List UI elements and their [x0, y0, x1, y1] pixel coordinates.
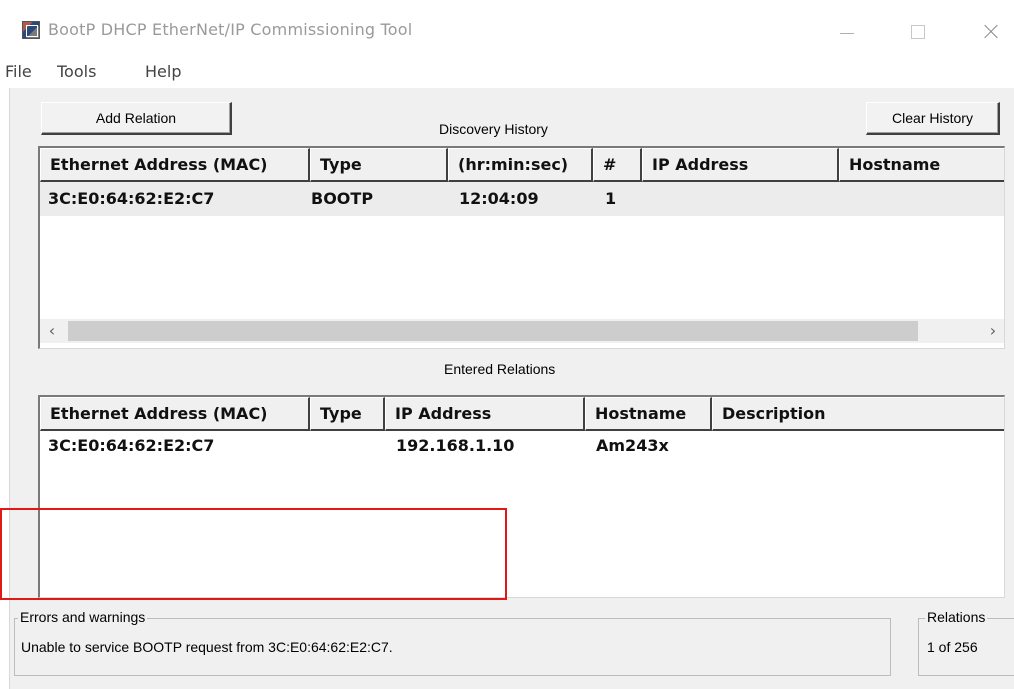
column-header-mac[interactable]: Ethernet Address (MAC)	[40, 148, 310, 182]
menu-bar: File Tools Help	[0, 60, 1014, 86]
maximize-icon[interactable]	[903, 18, 933, 44]
column-header-count[interactable]: #	[593, 148, 642, 182]
column-header-ip-address[interactable]: IP Address	[385, 397, 585, 431]
discovery-history-list[interactable]: Ethernet Address (MAC) Type (hr:min:sec)…	[38, 146, 1005, 349]
cell-hostname: Am243x	[596, 436, 669, 455]
menu-tools[interactable]: Tools	[57, 62, 96, 81]
menu-file[interactable]: File	[5, 62, 32, 81]
cell-description	[724, 429, 994, 463]
discovery-history-header: Ethernet Address (MAC) Type (hr:min:sec)…	[40, 148, 1004, 182]
column-header-type[interactable]: Type	[310, 397, 385, 431]
scroll-left-icon[interactable]: ‹	[40, 319, 64, 343]
cell-ip-address	[652, 182, 832, 216]
errors-and-warnings-title: Errors and warnings	[18, 609, 148, 625]
entered-relations-label: Entered Relations	[444, 361, 556, 377]
scroll-thumb[interactable]	[68, 321, 918, 341]
close-icon[interactable]	[975, 18, 1005, 44]
minimize-icon[interactable]	[832, 18, 862, 44]
scroll-right-icon[interactable]: ›	[981, 319, 1004, 343]
table-row[interactable]: 3C:E0:64:62:E2:C7 BOOTP 12:04:09 1	[40, 182, 1004, 216]
relations-title: Relations	[925, 609, 988, 625]
cell-hostname	[848, 182, 998, 216]
column-header-hostname[interactable]: Hostname	[839, 148, 1004, 182]
column-header-mac[interactable]: Ethernet Address (MAC)	[40, 397, 310, 431]
cell-mac: 3C:E0:64:62:E2:C7	[48, 436, 215, 455]
title-bar[interactable]: BootP DHCP EtherNet/IP Commissioning Too…	[0, 0, 1014, 60]
clear-history-button[interactable]: Clear History	[866, 102, 1000, 135]
discovery-history-label: Discovery History	[439, 121, 548, 137]
error-highlight-box	[0, 508, 507, 600]
column-header-description[interactable]: Description	[712, 397, 1004, 431]
cell-count: 1	[605, 189, 617, 208]
menu-help[interactable]: Help	[145, 62, 181, 81]
cell-ip-address: 192.168.1.10	[396, 436, 515, 455]
column-header-ip-address[interactable]: IP Address	[642, 148, 839, 182]
column-header-type[interactable]: Type	[310, 148, 448, 182]
cell-mac: 3C:E0:64:62:E2:C7	[48, 189, 215, 208]
relations-count: 1 of 256	[927, 639, 978, 655]
cell-type: BOOTP	[311, 189, 374, 208]
app-window: BootP DHCP EtherNet/IP Commissioning Too…	[0, 0, 1014, 689]
cell-time: 12:04:09	[459, 189, 539, 208]
add-relation-button[interactable]: Add Relation	[41, 102, 232, 135]
errors-and-warnings-group: Errors and warnings Unable to service BO…	[14, 609, 891, 676]
column-header-hostname[interactable]: Hostname	[585, 397, 712, 431]
table-row[interactable]: 3C:E0:64:62:E2:C7 192.168.1.10 Am243x	[40, 429, 1004, 463]
bootp-app-icon[interactable]	[22, 21, 40, 39]
cell-type	[318, 429, 378, 463]
horizontal-scrollbar[interactable]: ‹ ›	[40, 319, 1004, 343]
error-message: Unable to service BOOTP request from 3C:…	[21, 639, 393, 655]
relations-count-group: Relations 1 of 256	[918, 609, 1014, 676]
entered-relations-header: Ethernet Address (MAC) Type IP Address H…	[40, 397, 1004, 431]
column-header-time[interactable]: (hr:min:sec)	[448, 148, 593, 182]
window-title: BootP DHCP EtherNet/IP Commissioning Too…	[48, 20, 413, 39]
